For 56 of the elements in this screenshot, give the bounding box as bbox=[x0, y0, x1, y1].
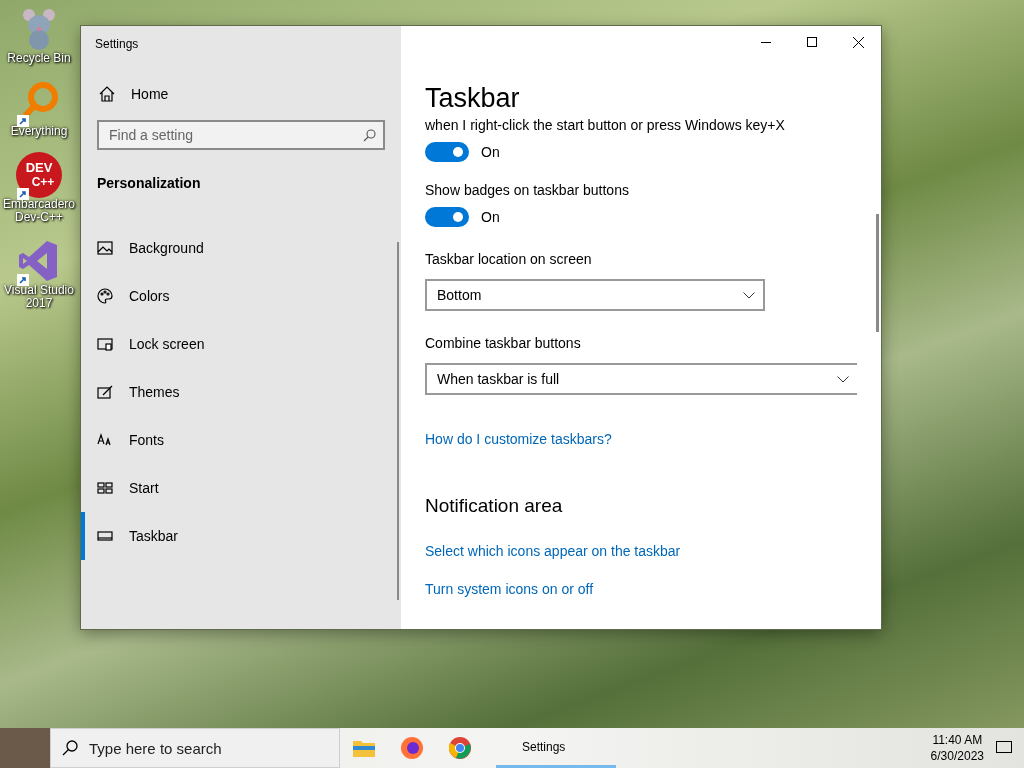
search-icon bbox=[363, 129, 376, 142]
browser-circle-icon bbox=[448, 736, 472, 760]
page-title: Taskbar bbox=[425, 82, 521, 115]
app-logo: DEV C++ bbox=[16, 152, 62, 198]
toggle-switch[interactable] bbox=[425, 207, 469, 227]
brush-icon bbox=[97, 384, 113, 400]
settings-link[interactable]: Turn system icons on or off bbox=[425, 581, 881, 597]
setting-label: Taskbar location on screen bbox=[425, 251, 593, 267]
home-link[interactable]: Home bbox=[99, 86, 401, 102]
font-icon bbox=[97, 432, 113, 448]
browser-fox-icon bbox=[400, 736, 424, 760]
chevron-down-icon bbox=[837, 375, 849, 383]
help-link[interactable]: How do I customize taskbars? bbox=[425, 431, 881, 447]
search-field[interactable]: Find a setting bbox=[97, 120, 385, 150]
taskbar-icon bbox=[97, 528, 113, 544]
shortcut-arrow-icon bbox=[17, 115, 29, 127]
scrollbar[interactable] bbox=[876, 214, 879, 332]
picture-icon bbox=[97, 240, 113, 256]
taskbar-window-button[interactable]: Settings bbox=[496, 728, 616, 768]
maximize-icon bbox=[807, 37, 817, 47]
tiles-icon bbox=[97, 480, 113, 496]
scrollbar[interactable] bbox=[397, 242, 399, 600]
start-button[interactable] bbox=[0, 728, 50, 768]
toggle-switch[interactable] bbox=[425, 142, 469, 162]
settings-link[interactable]: Select which icons appear on the taskbar bbox=[425, 543, 881, 559]
sidebar-item[interactable]: Themes bbox=[81, 368, 401, 416]
shortcut-arrow-icon bbox=[17, 188, 29, 200]
setting-label: Show badges on taskbar buttons bbox=[425, 182, 630, 198]
window-title: Settings bbox=[95, 37, 140, 51]
sidebar-item[interactable]: Fonts bbox=[81, 416, 401, 464]
minimize-icon bbox=[761, 41, 771, 43]
section-heading: Notification area bbox=[425, 495, 564, 517]
shortcut-arrow-icon bbox=[17, 274, 29, 286]
sidebar-item[interactable]: Background bbox=[81, 224, 401, 272]
notification-icon bbox=[996, 741, 1012, 755]
sidebar-item[interactable]: Taskbar bbox=[81, 512, 401, 560]
sidebar-item[interactable]: Lock screen bbox=[81, 320, 401, 368]
dropdown[interactable]: When taskbar is full bbox=[425, 363, 857, 395]
dropdown[interactable]: Bottom bbox=[425, 279, 765, 311]
toggle-state: On bbox=[481, 209, 500, 225]
chevron-down-icon bbox=[743, 291, 755, 299]
close-icon bbox=[852, 36, 864, 48]
lock-screen-icon bbox=[97, 336, 113, 352]
setting-label: Combine taskbar buttons bbox=[425, 335, 582, 351]
clock[interactable]: 11:40 AM 6/30/2023 bbox=[930, 732, 984, 764]
palette-icon bbox=[97, 288, 113, 304]
infinity-logo-icon bbox=[19, 239, 59, 283]
setting-label: when I right-click the start button or press Windows key+X bbox=[425, 117, 786, 133]
sidebar-item[interactable]: Start bbox=[81, 464, 401, 512]
toggle-state: On bbox=[481, 144, 500, 160]
folder-icon bbox=[352, 738, 376, 758]
taskbar-search-field[interactable]: Type here to search bbox=[50, 728, 340, 768]
search-icon bbox=[62, 740, 78, 756]
section-heading: Personalization bbox=[97, 175, 202, 191]
mouse-icon bbox=[22, 7, 56, 51]
home-icon bbox=[99, 86, 115, 102]
